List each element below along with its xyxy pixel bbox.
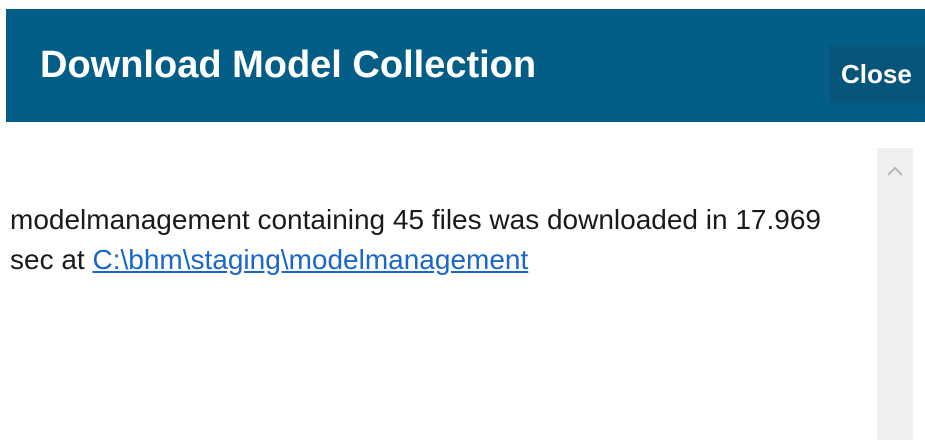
dialog-header: Download Model Collection Close [6, 9, 925, 122]
vertical-scrollbar[interactable] [877, 148, 913, 440]
scroll-up-button[interactable] [877, 158, 913, 184]
chevron-up-icon [887, 166, 903, 176]
download-dialog: Download Model Collection Close modelman… [0, 0, 925, 440]
download-path-link[interactable]: C:\bhm\staging\modelmanagement [92, 244, 528, 275]
dialog-title: Download Model Collection [40, 44, 537, 86]
dialog-body: modelmanagement containing 45 files was … [0, 148, 925, 440]
close-button[interactable]: Close [829, 45, 925, 103]
download-message: modelmanagement containing 45 files was … [10, 200, 870, 280]
